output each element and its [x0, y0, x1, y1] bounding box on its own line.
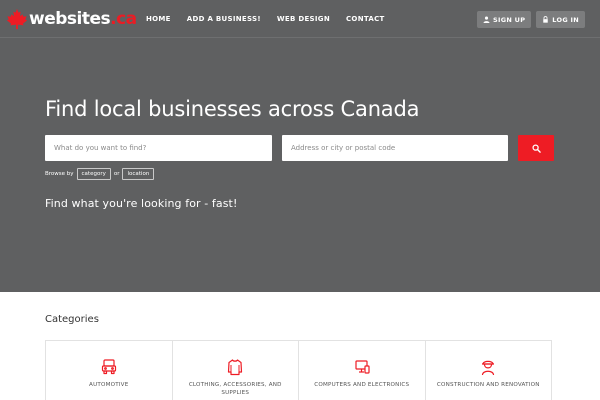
shirt-icon: [228, 359, 243, 376]
category-label: CONSTRUCTION AND RENOVATION: [436, 382, 540, 388]
nav-add-business[interactable]: ADD A BUSINESS!: [187, 15, 261, 23]
category-computers[interactable]: COMPUTERS AND ELECTRONICS: [299, 341, 426, 400]
category-automotive[interactable]: AUTOMOTIVE: [46, 341, 173, 400]
location-search-input[interactable]: [282, 135, 508, 161]
category-label: CLOTHING, ACCESSORIES, AND SUPPLIES: [188, 382, 282, 396]
browse-category-button[interactable]: category: [76, 168, 111, 180]
site-logo[interactable]: websites.ca: [6, 7, 137, 31]
site-header: websites.ca HOME ADD A BUSINESS! WEB DES…: [0, 0, 600, 38]
what-search-input[interactable]: [45, 135, 272, 161]
category-clothing[interactable]: CLOTHING, ACCESSORIES, AND SUPPLIES: [173, 341, 299, 400]
nav-home[interactable]: HOME: [146, 15, 171, 23]
worker-icon: [482, 360, 495, 376]
log-in-button[interactable]: LOG IN: [536, 11, 585, 28]
auth-buttons: SIGN UP LOG IN: [472, 11, 585, 28]
category-label: AUTOMOTIVE: [89, 382, 129, 388]
nav-contact[interactable]: CONTACT: [346, 15, 385, 23]
browse-location-button[interactable]: location: [122, 168, 155, 180]
logo-text: websites.ca: [29, 8, 137, 30]
hero-tagline: Find what you're looking for - fast!: [45, 197, 238, 210]
page-title: Find local businesses across Canada: [45, 97, 420, 121]
browse-prefix: Browse by: [45, 171, 74, 177]
sign-up-button[interactable]: SIGN UP: [477, 11, 532, 28]
categories-title: Categories: [45, 314, 99, 325]
categories-grid: AUTOMOTIVE CLOTHING, ACCESSORIES, AND SU…: [45, 340, 552, 400]
category-label: COMPUTERS AND ELECTRONICS: [314, 382, 410, 388]
car-icon: [101, 359, 116, 375]
lock-icon: [543, 16, 549, 23]
search-icon: [531, 143, 541, 153]
log-in-label: LOG IN: [552, 15, 579, 24]
browse-or: or: [113, 171, 120, 177]
browse-by: Browse by category or location: [45, 168, 157, 180]
sign-up-label: SIGN UP: [493, 15, 526, 24]
nav-web-design[interactable]: WEB DESIGN: [277, 15, 330, 23]
logo-tld: .ca: [110, 9, 137, 29]
computer-icon: [355, 360, 370, 374]
category-construction[interactable]: CONSTRUCTION AND RENOVATION: [426, 341, 552, 400]
main-nav: HOME ADD A BUSINESS! WEB DESIGN CONTACT: [138, 0, 393, 38]
maple-leaf-icon: [6, 8, 28, 30]
search-button[interactable]: [518, 135, 554, 161]
user-icon: [483, 16, 490, 23]
logo-main: websites: [29, 9, 111, 29]
